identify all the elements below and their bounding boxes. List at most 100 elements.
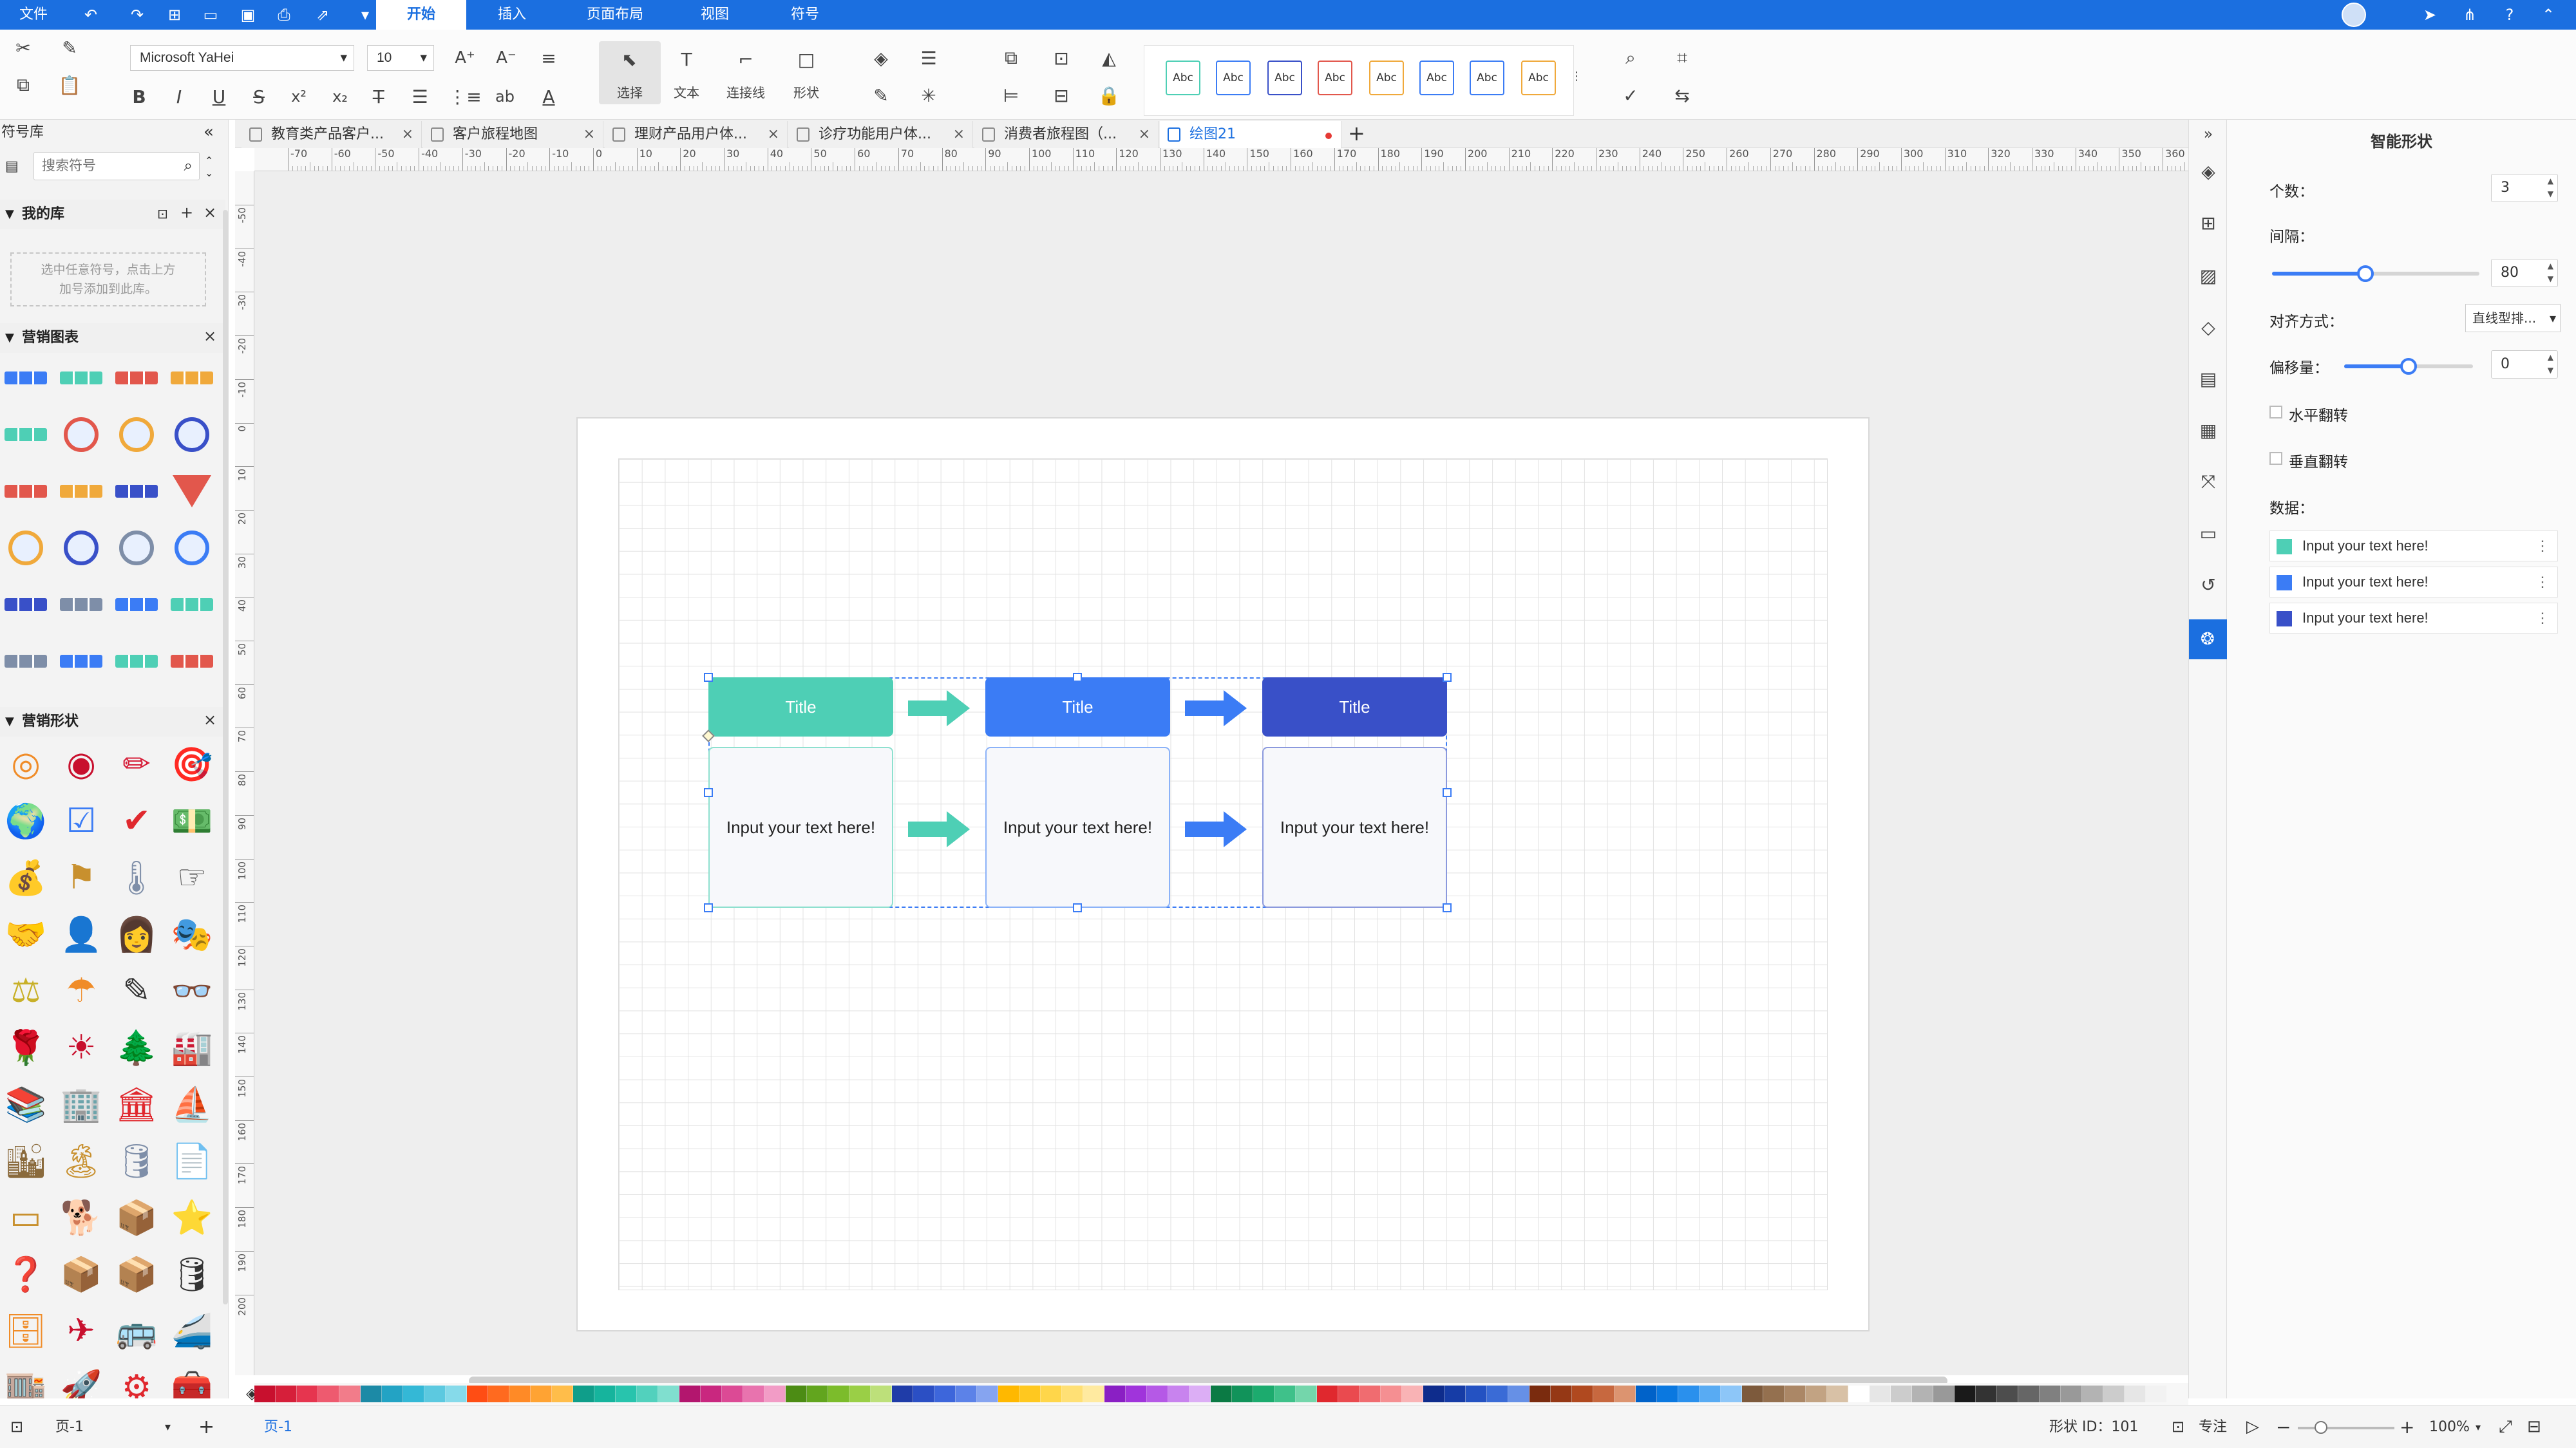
close-icon[interactable]: × <box>1139 121 1150 148</box>
resize-handle-w[interactable] <box>704 788 713 797</box>
marketing-shape-thumbnail[interactable]: ⚑ <box>57 855 106 900</box>
offset-slider[interactable] <box>2344 358 2473 375</box>
palette-swatch[interactable] <box>552 1386 573 1402</box>
palette-swatch[interactable] <box>1912 1386 1933 1402</box>
vflip-checkbox[interactable] <box>2269 452 2282 465</box>
column-body-1[interactable]: Input your text here! <box>708 747 893 908</box>
color-swatch[interactable] <box>2277 575 2292 590</box>
close-icon[interactable]: × <box>402 121 413 148</box>
palette-swatch[interactable] <box>446 1386 467 1402</box>
column-title-1[interactable]: Title <box>708 677 893 737</box>
column-title-2[interactable]: Title <box>985 677 1170 737</box>
gallery-scroll-icon[interactable]: ⋮ <box>1562 62 1591 90</box>
tab-page-layout[interactable]: 页面布局 <box>573 0 657 30</box>
add-icon[interactable]: + <box>180 203 193 221</box>
marketing-charts-header[interactable]: ▼ 营销图表 <box>0 323 225 353</box>
marketing-shape-thumbnail[interactable]: 💵 <box>167 798 216 843</box>
style-preset-6[interactable]: Abc <box>1419 61 1454 95</box>
text-tool-icon[interactable]: T <box>672 45 701 73</box>
palette-swatch[interactable] <box>1359 1386 1381 1402</box>
marketing-shape-thumbnail[interactable]: ◎ <box>1 742 50 787</box>
spinner-icon[interactable]: ▲ ▼ <box>2548 259 2553 285</box>
resize-handle-se[interactable] <box>1443 903 1452 912</box>
palette-swatch[interactable] <box>361 1386 382 1402</box>
tab-symbol[interactable]: 符号 <box>773 0 837 30</box>
palette-swatch[interactable] <box>786 1386 807 1402</box>
shape-tool-label[interactable]: 形状 <box>781 82 832 101</box>
data-item-2[interactable]: Input your text here! ⋮ <box>2269 567 2558 597</box>
arrange-icon[interactable]: ⧉ <box>997 44 1025 72</box>
chart-shape-thumbnail[interactable] <box>57 582 106 627</box>
palette-swatch[interactable] <box>254 1386 276 1402</box>
spell-check-icon[interactable]: ✓ <box>1616 81 1645 109</box>
flip-icon[interactable]: ◭ <box>1095 44 1123 72</box>
marketing-shape-thumbnail[interactable]: 🌲 <box>112 1025 161 1070</box>
distribute-icon[interactable]: ⊟ <box>1047 81 1075 109</box>
count-input[interactable]: 3 ▲ ▼ <box>2491 174 2558 202</box>
marketing-shape-thumbnail[interactable]: 🚄 <box>167 1308 216 1353</box>
tab-insert[interactable]: 插入 <box>477 0 547 30</box>
color-swatch[interactable] <box>2277 611 2292 626</box>
play-icon[interactable]: ▷ <box>2246 1406 2259 1448</box>
doc-tab-2[interactable]: 客户旅程地图 × <box>423 121 603 148</box>
font-color-icon[interactable]: A <box>535 82 563 111</box>
fit-page-icon[interactable]: ⤢ <box>2499 1406 2512 1448</box>
palette-swatch[interactable] <box>828 1386 849 1402</box>
palette-swatch[interactable] <box>1848 1386 1870 1402</box>
spacing-slider[interactable] <box>2272 265 2479 282</box>
palette-swatch[interactable] <box>1211 1386 1232 1402</box>
palette-swatch[interactable] <box>1253 1386 1274 1402</box>
palette-swatch[interactable] <box>276 1386 297 1402</box>
layers-icon[interactable]: ◇ <box>2197 315 2220 339</box>
chart-shape-thumbnail[interactable] <box>112 412 161 457</box>
hflip-checkbox[interactable] <box>2269 406 2282 418</box>
data-item-3[interactable]: Input your text here! ⋮ <box>2269 603 2558 634</box>
offset-slider-knob[interactable] <box>2400 358 2417 375</box>
find-replace-icon[interactable]: ⌕ <box>1616 44 1645 72</box>
lock-icon[interactable]: 🔒 <box>1095 81 1123 109</box>
shape-tool-icon[interactable]: □ <box>792 45 820 73</box>
group-icon[interactable]: ⊡ <box>1047 44 1075 72</box>
style-preset-4[interactable]: Abc <box>1318 61 1352 95</box>
data-item-text[interactable]: Input your text here! <box>2302 574 2429 590</box>
palette-swatch[interactable] <box>1615 1386 1636 1402</box>
paste-icon[interactable]: 📋 <box>55 71 84 99</box>
marketing-shape-thumbnail[interactable]: ⚙ <box>112 1365 161 1398</box>
marketing-shape-thumbnail[interactable]: 🌹 <box>1 1025 50 1070</box>
chart-shape-thumbnail[interactable] <box>57 525 106 570</box>
chevron-up-icon[interactable]: ⌃ <box>2540 6 2557 23</box>
line-color-icon[interactable]: ✎ <box>867 81 895 109</box>
marketing-shape-thumbnail[interactable]: 🎭 <box>167 912 216 957</box>
avatar[interactable] <box>2342 3 2366 27</box>
connector-icon[interactable]: ⌐ <box>732 45 760 73</box>
chart-shape-thumbnail[interactable] <box>167 469 216 514</box>
palette-swatch[interactable] <box>1296 1386 1317 1402</box>
save-icon[interactable]: ▣ <box>240 6 256 23</box>
chart-shape-thumbnail[interactable] <box>1 525 50 570</box>
palette-swatch[interactable] <box>1933 1386 1955 1402</box>
marketing-shape-thumbnail[interactable]: 📄 <box>167 1138 216 1183</box>
palette-swatch[interactable] <box>977 1386 998 1402</box>
palette-swatch[interactable] <box>403 1386 424 1402</box>
palette-swatch[interactable] <box>658 1386 679 1402</box>
copy-icon[interactable]: ⧉ <box>9 71 37 99</box>
palette-swatch[interactable] <box>1593 1386 1615 1402</box>
palette-swatch[interactable] <box>807 1386 828 1402</box>
palette-swatch[interactable] <box>382 1386 403 1402</box>
spinner-icon[interactable]: ▲ ▼ <box>2548 351 2553 377</box>
marketing-shape-thumbnail[interactable]: 🌍 <box>1 798 50 843</box>
chart-shape-thumbnail[interactable] <box>1 412 50 457</box>
resize-handle-e[interactable] <box>1443 788 1452 797</box>
marketing-shape-thumbnail[interactable]: ✎ <box>112 968 161 1013</box>
line-spacing-icon[interactable]: ☰ <box>406 82 434 111</box>
close-icon[interactable]: × <box>204 327 216 345</box>
column-body-2[interactable]: Input your text here! <box>985 747 1170 908</box>
chart-shape-thumbnail[interactable] <box>57 469 106 514</box>
style-preset-8[interactable]: Abc <box>1521 61 1556 95</box>
close-icon[interactable]: × <box>953 121 965 148</box>
marketing-shape-thumbnail[interactable]: 🏭 <box>167 1025 216 1070</box>
image-icon[interactable]: ▨ <box>2197 264 2220 287</box>
marketing-shape-thumbnail[interactable]: ▭ <box>1 1195 50 1240</box>
chevron-down-icon[interactable]: ▾ <box>2476 1406 2481 1448</box>
marketing-shape-thumbnail[interactable]: 🏛 <box>112 1082 161 1127</box>
